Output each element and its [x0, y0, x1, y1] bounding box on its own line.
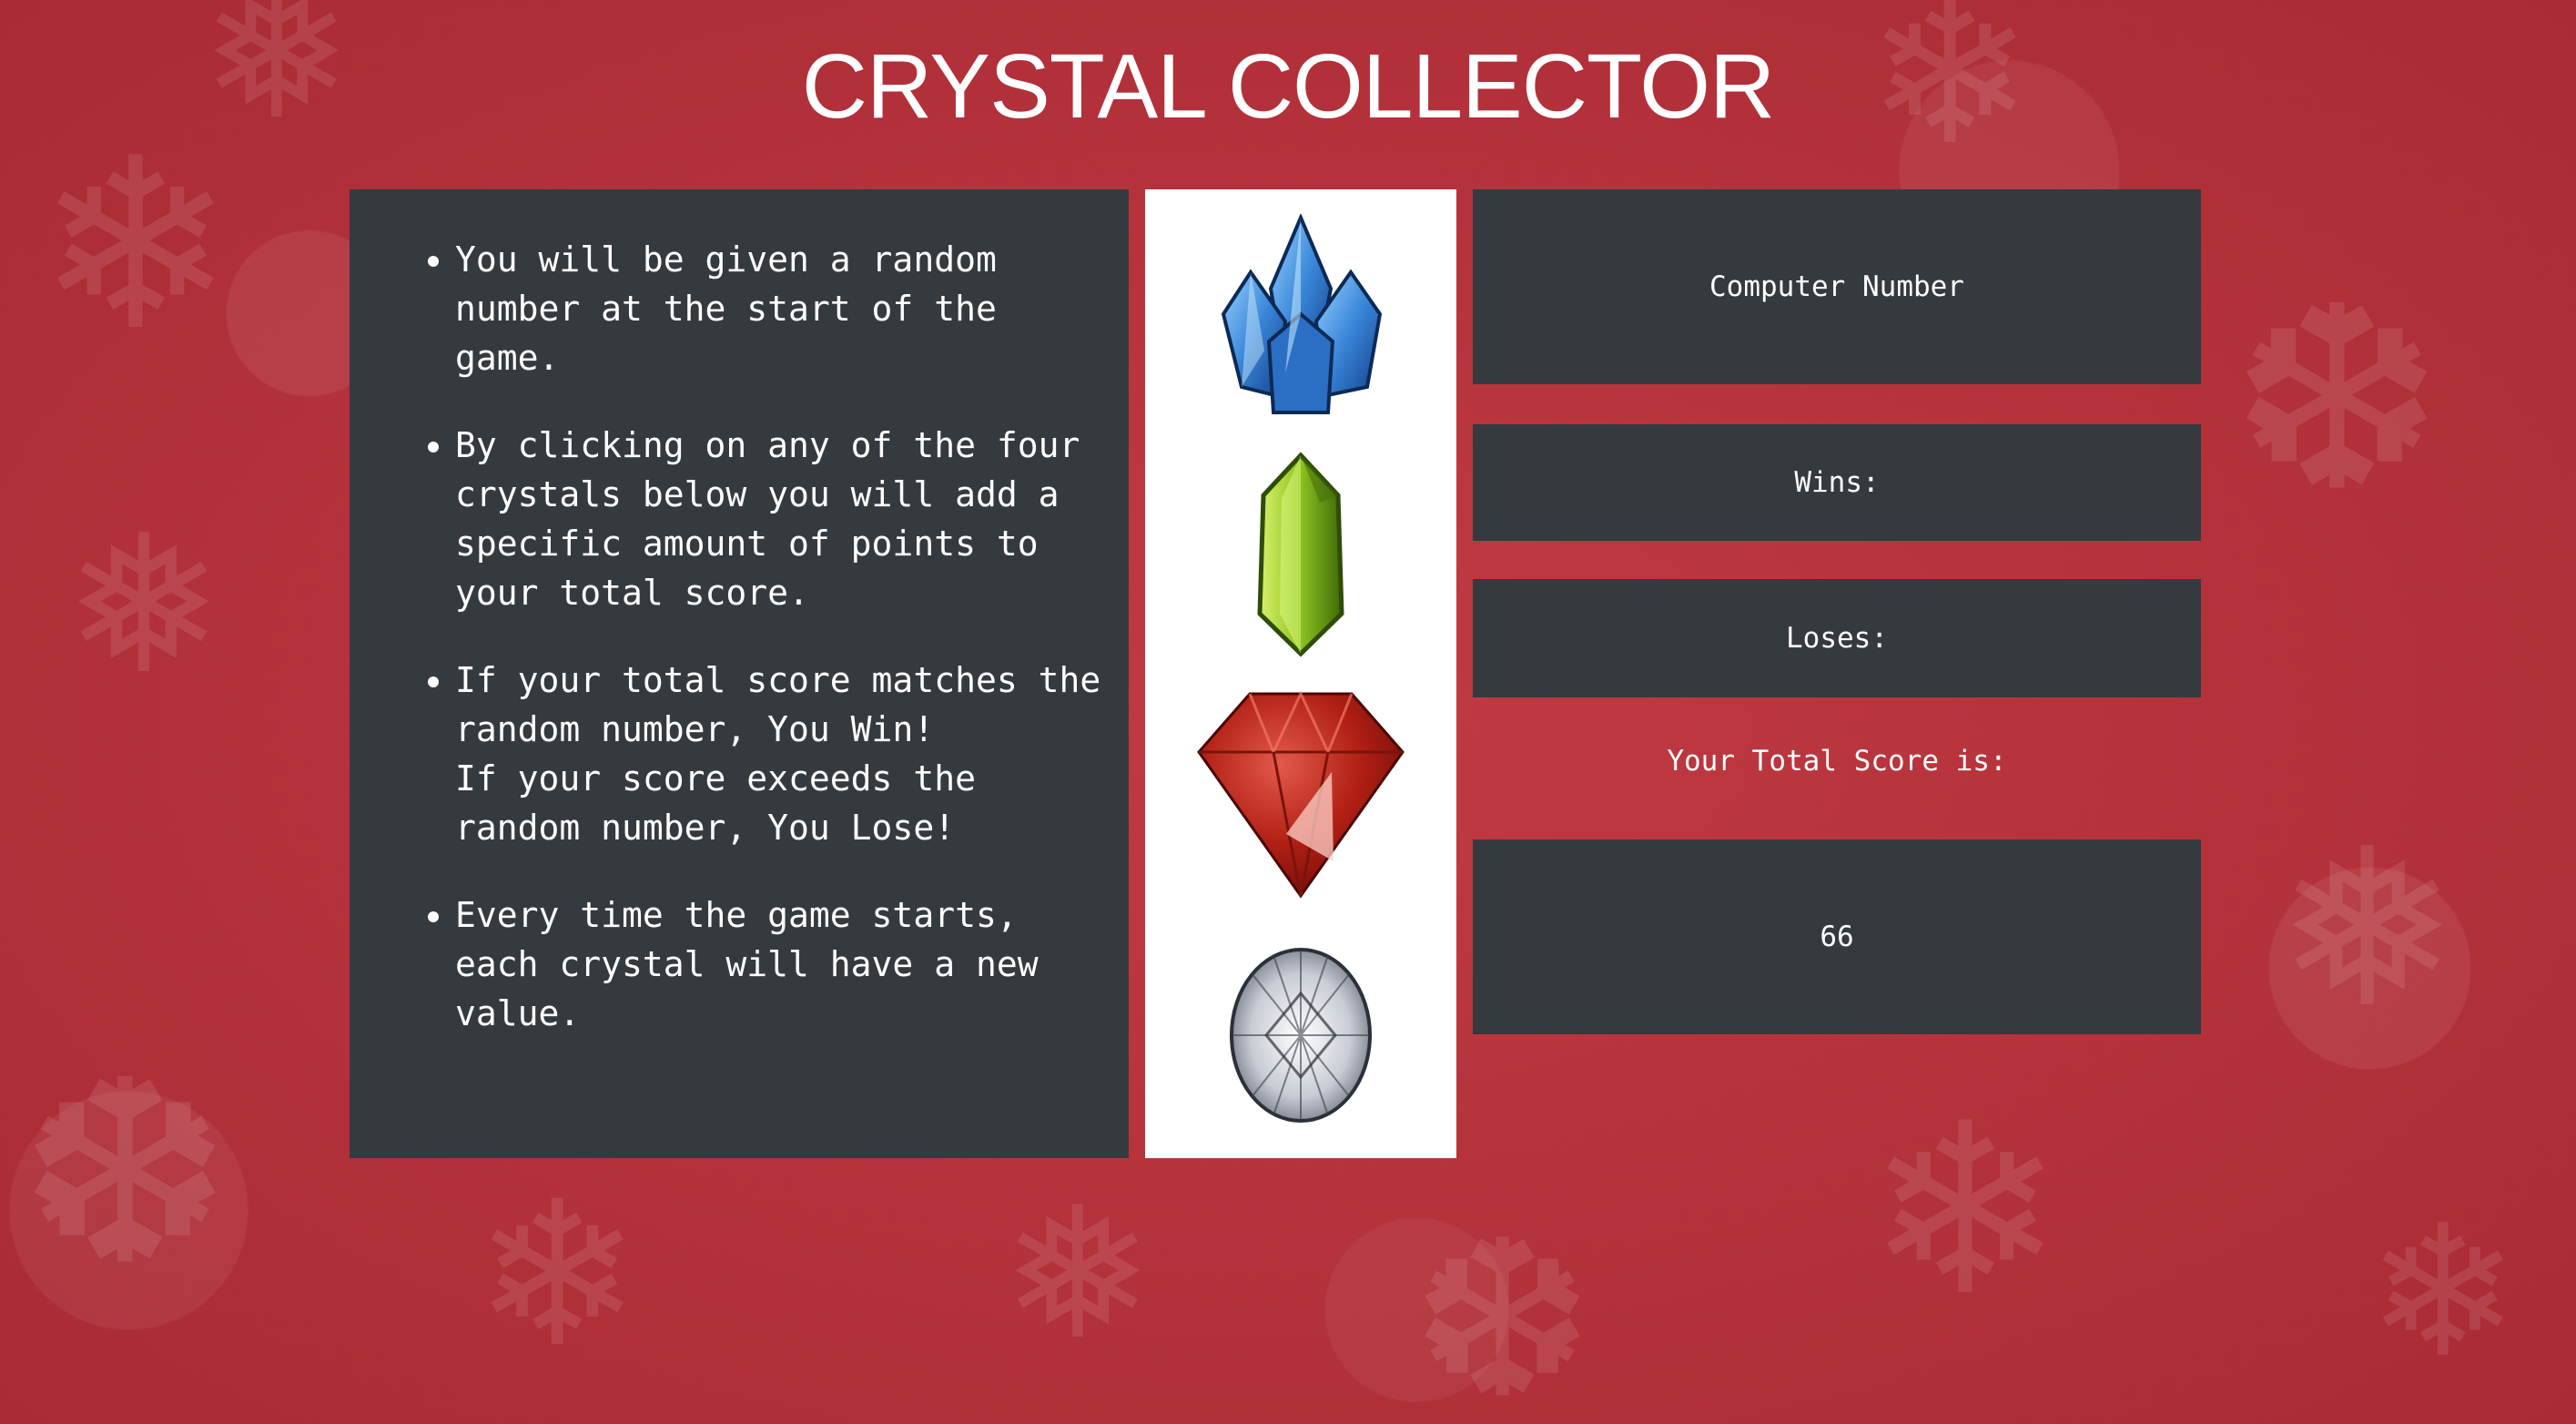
green-crystal-icon [1257, 452, 1344, 657]
snowflake-icon: ❆ [18, 1026, 232, 1323]
crystal-red-button[interactable] [1145, 685, 1456, 903]
total-score-label: Your Total Score is: [1667, 745, 2007, 778]
computer-number-box: Computer Number [1473, 189, 2201, 384]
snowflake-icon: ❄ [1866, 1073, 2064, 1348]
crystal-diamond-button[interactable] [1145, 931, 1456, 1140]
snowflake-icon: ❄ [473, 1158, 642, 1391]
snowflake-icon: ❅ [1001, 1168, 1154, 1380]
instructions-panel: You will be given a random number at the… [350, 189, 1129, 1158]
snowflake-icon: ❅ [64, 493, 224, 717]
snowflake-icon: ❆ [2230, 252, 2444, 549]
loses-label: Loses: [1786, 622, 1888, 655]
crystal-green-button[interactable] [1145, 450, 1456, 659]
crystal-column [1145, 189, 1456, 1158]
total-score-box: 66 [1473, 839, 2201, 1034]
wins-box: Wins: [1473, 424, 2201, 541]
instruction-text: You will be given a random number at the… [455, 239, 997, 378]
instruction-item: Every time the game starts, each crystal… [455, 890, 1101, 1038]
game-title: CRYSTAL COLLECTOR [801, 36, 1776, 137]
instruction-text: If your total score matches the random n… [455, 660, 1101, 749]
instruction-text: If your score exceeds the random number,… [455, 758, 976, 848]
snowflake-icon: ❄ [36, 108, 235, 383]
snowflake-icon: ❅ [2276, 801, 2459, 1056]
blue-crystal-icon [1221, 214, 1383, 414]
loses-box: Loses: [1473, 579, 2201, 697]
computer-number-label: Computer Number [1709, 270, 1964, 303]
instruction-item: You will be given a random number at the… [455, 235, 1101, 382]
instruction-text: By clicking on any of the four crystals … [455, 425, 1080, 613]
instruction-item: If your total score matches the random n… [455, 656, 1101, 852]
instruction-item: By clicking on any of the four crystals … [455, 421, 1101, 617]
crystal-blue-button[interactable] [1145, 213, 1456, 422]
wins-label: Wins: [1794, 466, 1880, 499]
diamond-icon [1230, 948, 1372, 1123]
total-score-value: 66 [1820, 921, 1854, 953]
instructions-list: You will be given a random number at the… [350, 189, 1129, 1038]
snowflake-icon: ❆ [1411, 1193, 1595, 1424]
red-crystal-icon [1197, 690, 1405, 899]
snowflake-icon: ❄ [2367, 1186, 2520, 1399]
instruction-text: Every time the game starts, each crystal… [455, 895, 1039, 1033]
